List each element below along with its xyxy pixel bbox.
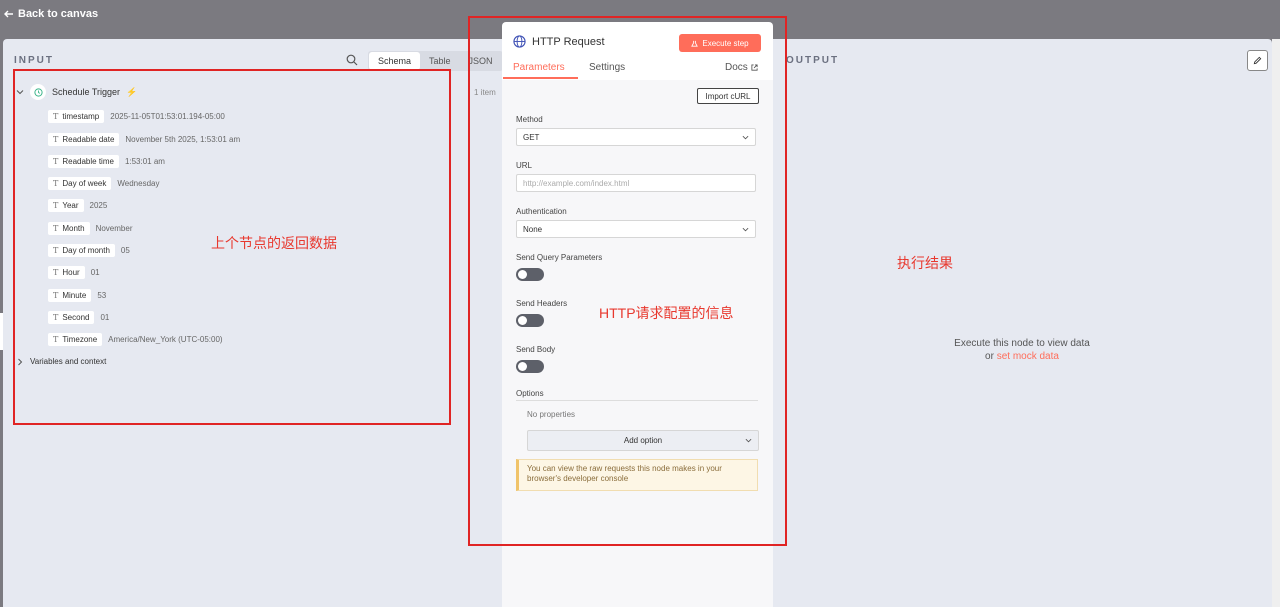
arrow-left-icon — [4, 10, 13, 18]
canvas-edge-left — [0, 313, 3, 350]
execute-to-view-text: Execute this node to view data — [954, 338, 1090, 349]
or-text: or — [985, 351, 994, 362]
node-annotation-text: HTTP请求配置的信息 — [599, 305, 734, 321]
back-to-canvas-label: Back to canvas — [18, 8, 99, 20]
node-annotation-box — [468, 16, 787, 546]
input-panel-title: INPUT — [14, 55, 54, 66]
back-to-canvas-button[interactable]: Back to canvas — [4, 8, 98, 20]
edit-output-button[interactable] — [1247, 50, 1268, 71]
tab-table[interactable]: Table — [420, 52, 460, 70]
tab-schema[interactable]: Schema — [369, 52, 421, 70]
input-annotation-text: 上个节点的返回数据 — [211, 235, 337, 251]
search-icon[interactable] — [346, 54, 358, 66]
canvas-edge — [1272, 39, 1280, 607]
output-empty-message: Execute this node to view data or set mo… — [900, 337, 1144, 363]
output-panel-title: OUTPUT — [786, 55, 840, 66]
pencil-icon — [1253, 56, 1262, 65]
set-mock-data-link[interactable]: set mock data — [997, 351, 1059, 362]
output-annotation-text: 执行结果 — [897, 255, 953, 271]
